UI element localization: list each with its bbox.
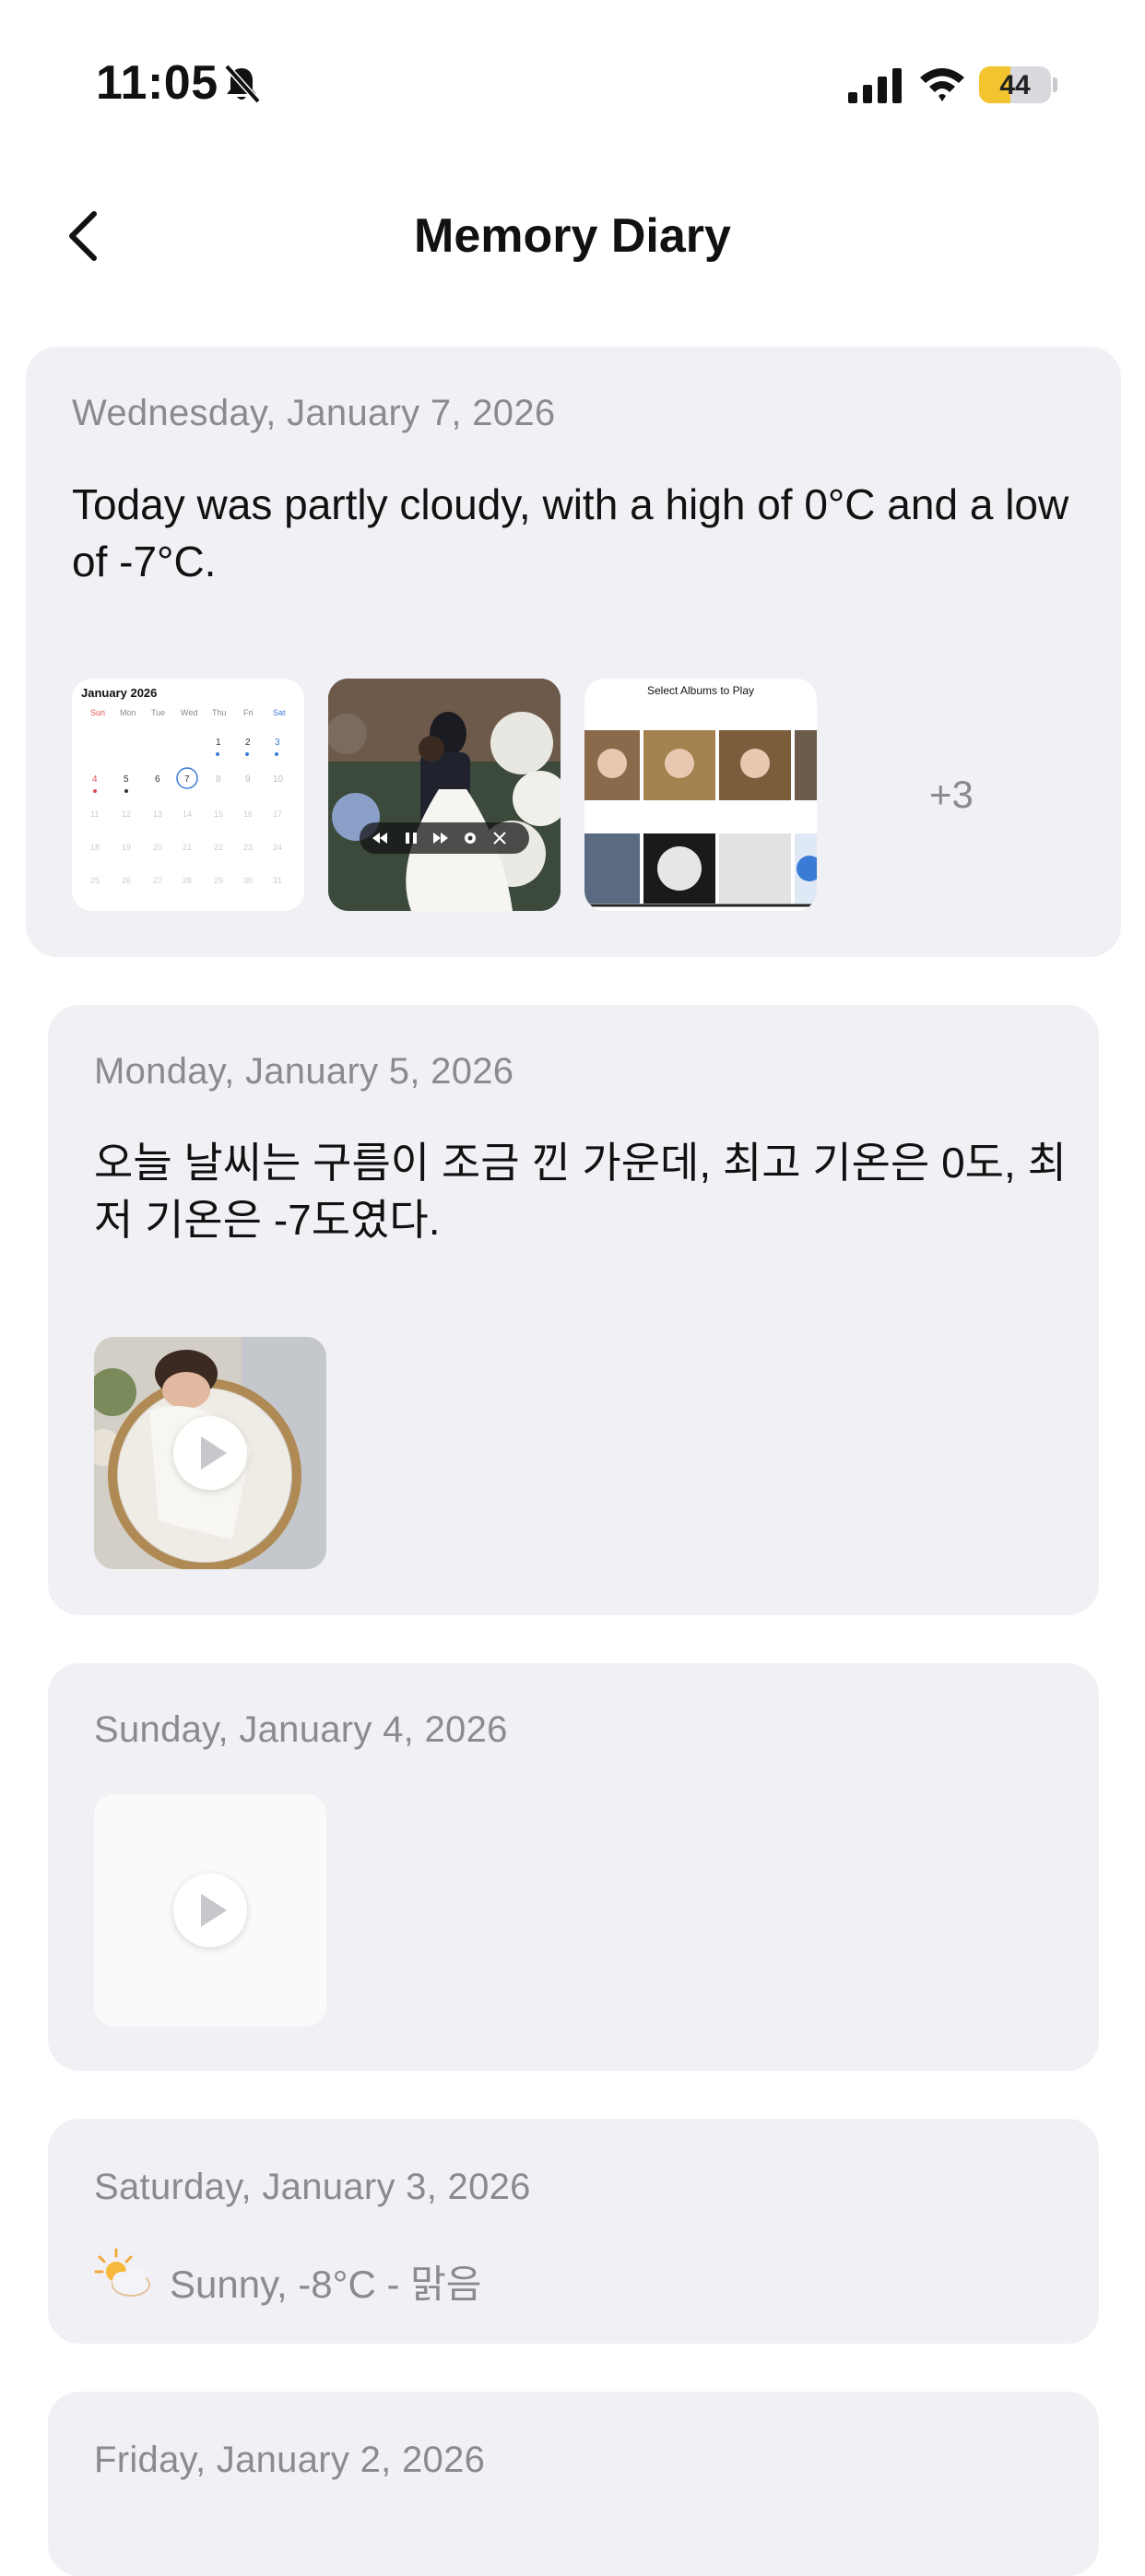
calendar-grid-image: Sun Mon Tue Wed Thu Fri Sat 123 4567 8 9 10 11 1… <box>90 708 286 885</box>
svg-text:1: 1 <box>216 738 221 748</box>
svg-text:Tue: Tue <box>151 708 165 717</box>
svg-text:15: 15 <box>214 809 223 819</box>
diary-entry-card[interactable]: Saturday, January 3, 2026 Sunny, -8°C - … <box>48 2119 1099 2344</box>
svg-text:10: 10 <box>273 774 284 785</box>
entry-date: Friday, January 2, 2026 <box>94 2440 486 2480</box>
svg-text:Sun: Sun <box>90 708 105 717</box>
page-title: Memory Diary <box>414 209 731 263</box>
weather-summary: Sunny, -8°C - 맑음 <box>170 2263 482 2306</box>
svg-text:30: 30 <box>243 876 253 885</box>
svg-text:27: 27 <box>153 876 162 885</box>
svg-text:28: 28 <box>183 876 192 885</box>
svg-text:9: 9 <box>245 774 251 785</box>
partly-sunny-icon <box>94 2248 150 2297</box>
svg-text:24: 24 <box>273 843 282 852</box>
video-thumbnail[interactable] <box>94 1794 326 2027</box>
svg-text:21: 21 <box>183 843 192 852</box>
svg-text:26: 26 <box>122 876 131 885</box>
status-time: 11:05 <box>96 56 218 110</box>
svg-text:11: 11 <box>90 809 99 819</box>
battery-cap <box>1053 77 1057 92</box>
video-thumbnail[interactable] <box>328 679 561 911</box>
entry-date: Saturday, January 3, 2026 <box>94 2167 531 2207</box>
svg-text:16: 16 <box>243 809 253 819</box>
svg-text:18: 18 <box>90 843 100 852</box>
video-control-icons <box>372 832 506 845</box>
entry-date: Sunday, January 4, 2026 <box>94 1709 508 1750</box>
svg-text:6: 6 <box>155 774 160 785</box>
album-grid-image <box>584 730 817 907</box>
diary-entry-card[interactable]: Wednesday, January 7, 2026 Today was par… <box>26 347 1121 957</box>
svg-text:2: 2 <box>245 738 251 748</box>
photo-thumbnail[interactable]: Select Albums to Play <box>584 679 817 911</box>
svg-text:3: 3 <box>275 738 280 748</box>
svg-text:Fri: Fri <box>243 708 254 717</box>
diary-entry-card[interactable]: Friday, January 2, 2026 <box>48 2392 1099 2576</box>
svg-text:5: 5 <box>124 774 129 785</box>
svg-text:14: 14 <box>183 809 192 819</box>
svg-text:Wed: Wed <box>181 708 197 717</box>
diary-entry-card[interactable]: Sunday, January 4, 2026 <box>48 1663 1099 2071</box>
entry-date: Monday, January 5, 2026 <box>94 1051 514 1092</box>
photo-thumbnail[interactable]: January 2026 Sun Mon Tue Wed Thu Fri Sat 123 … <box>72 679 304 911</box>
diary-entry-card[interactable]: Monday, January 5, 2026 오늘 날씨는 구름이 조금 낀 … <box>48 1005 1099 1615</box>
svg-text:8: 8 <box>216 774 221 785</box>
wedding-photo-image <box>328 679 561 911</box>
svg-text:17: 17 <box>273 809 282 819</box>
status-bar: 11:05 44 <box>0 0 1145 166</box>
video-controls-bar <box>360 822 529 854</box>
play-icon[interactable] <box>173 1416 247 1490</box>
bell-slash-icon <box>224 64 261 104</box>
video-thumbnail[interactable] <box>94 1337 326 1569</box>
svg-text:7: 7 <box>184 774 190 785</box>
svg-text:19: 19 <box>122 843 131 852</box>
svg-text:20: 20 <box>153 843 162 852</box>
svg-text:12: 12 <box>122 809 131 819</box>
play-icon[interactable] <box>173 1873 247 1947</box>
svg-text:Thu: Thu <box>212 708 227 717</box>
more-photos-count[interactable]: +3 <box>929 773 974 817</box>
entry-text: Today was partly cloudy, with a high of … <box>72 480 1069 585</box>
navigation-bar: Memory Diary <box>0 184 1145 286</box>
battery-indicator: 44 <box>979 66 1051 103</box>
entry-date: Wednesday, January 7, 2026 <box>72 393 556 433</box>
svg-text:23: 23 <box>243 843 253 852</box>
cellular-signal-icon <box>848 68 902 103</box>
svg-text:Sat: Sat <box>273 708 286 717</box>
svg-text:25: 25 <box>90 876 100 885</box>
svg-text:4: 4 <box>92 774 98 785</box>
svg-text:22: 22 <box>214 843 223 852</box>
wifi-icon <box>920 68 964 101</box>
svg-text:31: 31 <box>273 876 282 885</box>
svg-text:13: 13 <box>153 809 162 819</box>
svg-text:Mon: Mon <box>120 708 136 717</box>
battery-percent: 44 <box>999 70 1031 100</box>
svg-text:29: 29 <box>214 876 223 885</box>
entry-text: 오늘 날씨는 구름이 조금 낀 가운데, 최고 기온은 0도, 최저 기온은 -… <box>94 1139 1067 1244</box>
